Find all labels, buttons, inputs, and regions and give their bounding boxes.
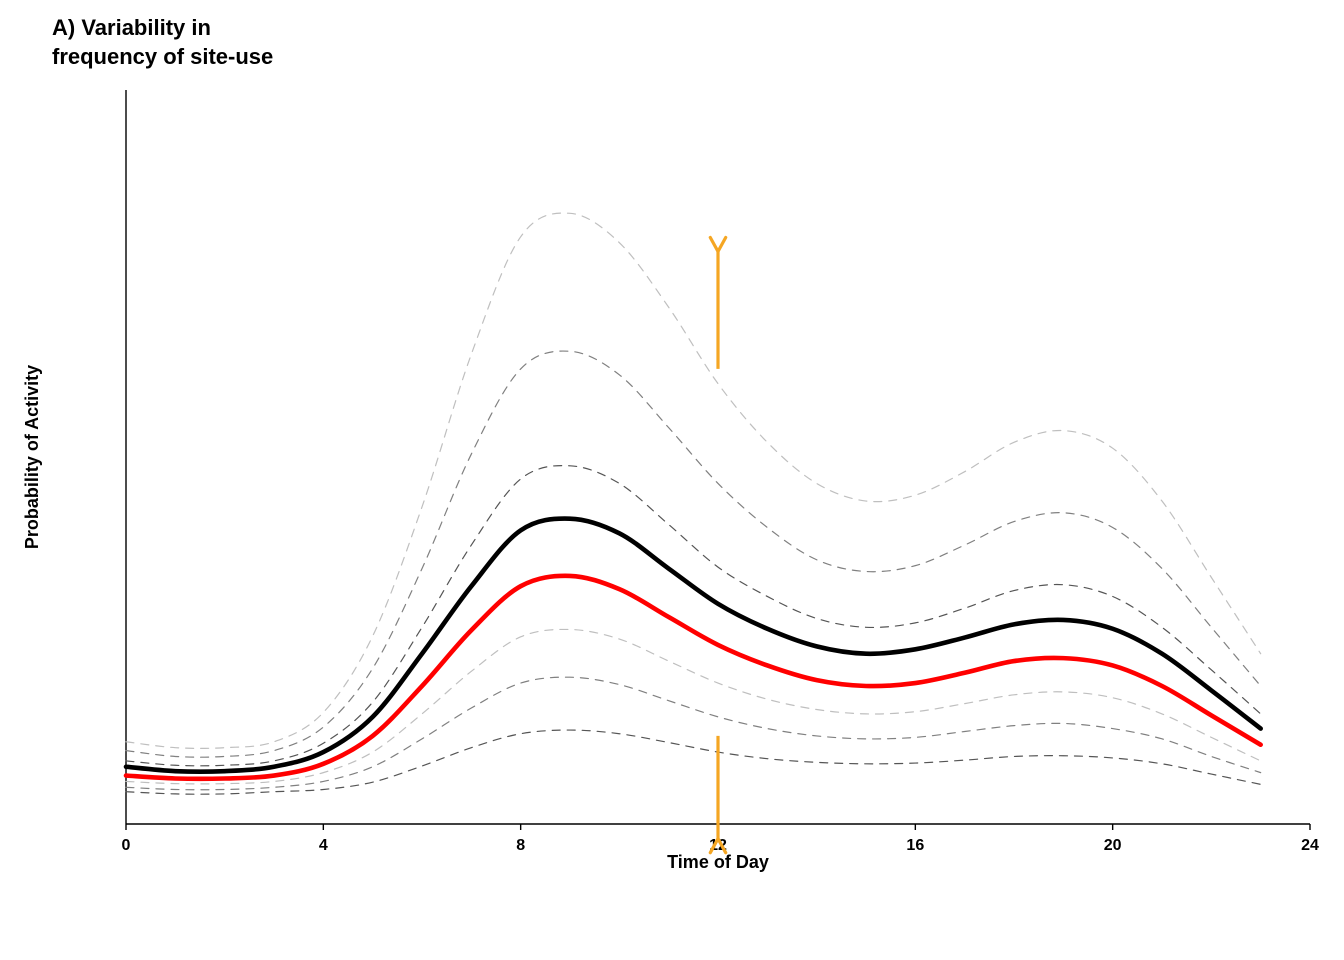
- chart-plot: 04812162024Time of DayProbability of Act…: [104, 84, 1316, 872]
- x-tick-label: 20: [1104, 837, 1122, 854]
- x-tick-label: 0: [122, 837, 131, 854]
- series-dashed_high1: [126, 466, 1261, 766]
- x-tick-label: 16: [906, 837, 924, 854]
- x-axis-label: Time of Day: [667, 852, 769, 872]
- x-tick-label: 8: [516, 837, 525, 854]
- series-solid_black: [126, 519, 1261, 772]
- arrow-up-head: [710, 237, 725, 251]
- figure-variability-site-use: A) Variability in frequency of site-use …: [0, 0, 1344, 960]
- x-tick-label: 4: [319, 837, 328, 854]
- y-axis-label: Probability of Activity: [22, 365, 42, 549]
- x-tick-label: 24: [1301, 837, 1319, 854]
- chart-title: A) Variability in frequency of site-use: [52, 14, 273, 71]
- series-solid_red: [126, 576, 1261, 779]
- series-dashed_high2: [126, 351, 1261, 757]
- series-dashed_high3: [126, 213, 1261, 748]
